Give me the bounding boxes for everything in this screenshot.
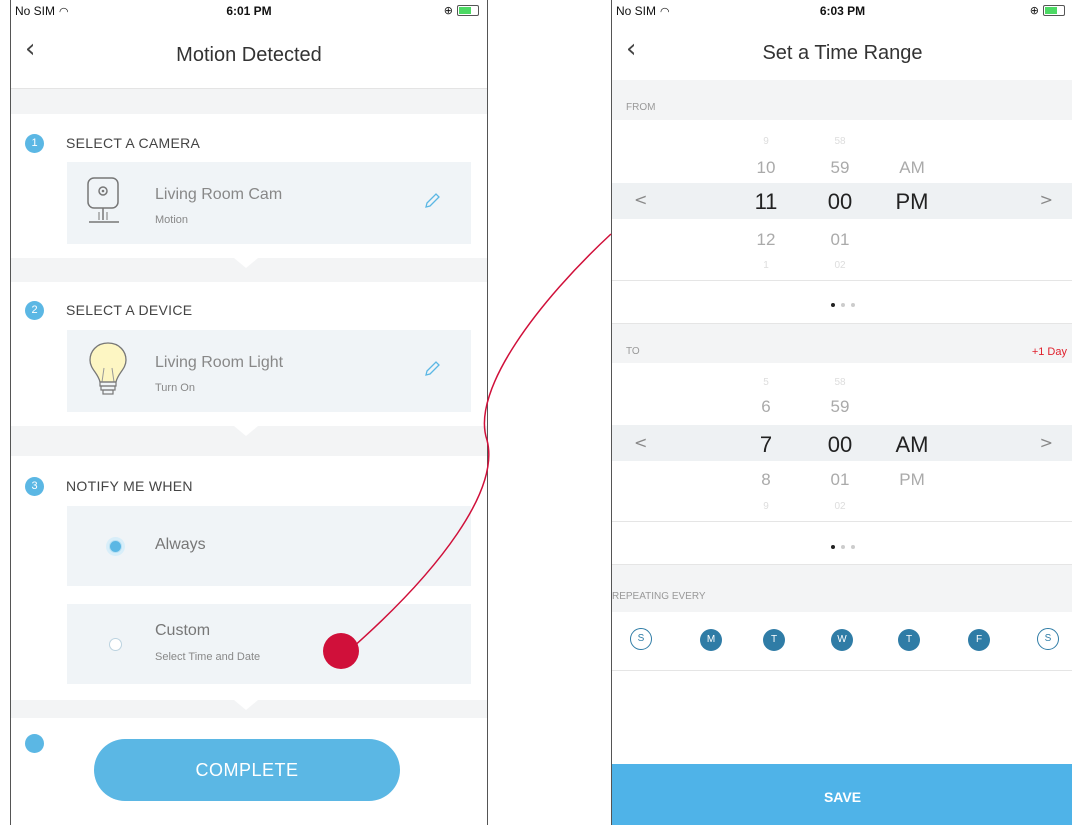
nav-bar: ‹ Motion Detected [11,22,487,89]
minute-option[interactable]: 59 [810,397,870,417]
plus-one-day-label: +1 Day [1031,346,1067,358]
option-label: Custom [155,622,211,639]
step-title: SELECT A DEVICE [66,302,193,318]
repeat-days-row: S M T W T F S [612,612,1072,671]
to-time-picker[interactable]: < > 5 6 7 8 9 58 59 00 01 02 AM PM [612,363,1072,522]
minute-option[interactable]: 58 [810,136,870,147]
status-time: 6:01 PM [226,4,272,18]
repeat-label-bar: REPEATING EVERY [612,564,1072,613]
status-bar: No SIM ◠ 6:01 PM ⊕ [11,0,487,22]
orientation-lock-icon: ⊕ [443,5,453,17]
step-badge: 2 [25,301,44,320]
motion-detected-screen: No SIM ◠ 6:01 PM ⊕ ‹ Motion Detected 1 SE… [10,0,488,825]
hour-option[interactable]: 10 [736,158,796,178]
day-toggle-monday[interactable]: M [700,629,722,651]
section-pointer [234,700,258,710]
minute-option[interactable]: 58 [810,377,870,388]
minute-option[interactable]: 59 [810,158,870,178]
chevron-left-icon[interactable]: < [634,190,647,209]
option-custom[interactable]: Custom Select Time and Date [67,604,471,684]
day-toggle-tuesday[interactable]: T [763,629,785,651]
repeat-label: REPEATING EVERY [612,591,706,602]
set-time-range-screen: No SIM ◠ 6:03 PM ⊕ ‹ Set a Time Range FRO… [611,0,1072,825]
hour-option[interactable]: 5 [736,377,796,388]
battery-icon [1043,5,1065,16]
orientation-lock-icon: ⊕ [1029,5,1039,17]
option-always[interactable]: Always [67,506,471,586]
to-label: TO [626,346,640,357]
ampm-option[interactable]: AM [882,158,942,178]
step-badge [25,734,44,753]
page-title: Motion Detected [176,44,322,66]
step-badge: 3 [25,477,44,496]
hour-option[interactable]: 8 [736,470,796,490]
status-time: 6:03 PM [819,4,866,18]
ampm-selected[interactable]: PM [882,189,942,215]
day-toggle-friday[interactable]: F [968,629,990,651]
hour-selected[interactable]: 11 [736,189,796,215]
section-pointer [234,426,258,436]
device-action: Turn On [155,382,195,394]
complete-button[interactable]: COMPLETE [94,739,400,801]
option-label: Always [155,536,206,553]
battery-icon [457,5,479,16]
chevron-right-icon[interactable]: > [1040,433,1053,452]
camera-name: Living Room Cam [155,186,283,203]
light-bulb-icon [89,342,127,395]
edit-pencil-icon[interactable] [423,192,441,210]
hour-option[interactable]: 6 [736,397,796,417]
step-select-device: 2 SELECT A DEVICE Living Room Light Turn… [11,282,487,426]
day-toggle-wednesday[interactable]: W [831,629,853,651]
step-badge: 1 [25,134,44,153]
page-title: Set a Time Range [762,42,923,64]
step-title: SELECT A CAMERA [66,135,201,151]
step-title: NOTIFY ME WHEN [66,478,193,494]
chevron-right-icon[interactable]: > [1040,190,1053,209]
nav-bar: ‹ Set a Time Range [612,22,1072,81]
minute-option[interactable]: 01 [810,470,870,490]
camera-icon [87,177,119,223]
radio-always[interactable] [109,540,122,553]
minute-option[interactable]: 01 [810,230,870,250]
hour-option[interactable]: 9 [736,136,796,147]
device-name: Living Room Light [155,354,284,371]
hour-option[interactable]: 12 [736,230,796,250]
camera-trigger: Motion [155,214,189,226]
minute-option[interactable]: 02 [810,501,870,512]
camera-card[interactable]: Living Room Cam Motion [67,162,471,244]
device-card[interactable]: Living Room Light Turn On [67,330,471,412]
save-button[interactable]: SAVE [612,764,1072,825]
empty-area [612,671,1072,764]
page-dots [612,294,1072,312]
edit-pencil-icon[interactable] [423,360,441,378]
radio-custom[interactable] [109,638,122,651]
step-select-camera: 1 SELECT A CAMERA Living Room Cam Motion [11,114,487,258]
hour-option[interactable]: 1 [736,260,796,271]
from-label: FROM [626,102,656,113]
hour-selected[interactable]: 7 [736,432,796,458]
status-bar: No SIM ◠ 6:03 PM ⊕ [612,0,1072,22]
minute-selected[interactable]: 00 [810,189,870,215]
chevron-left-icon[interactable]: < [634,433,647,452]
day-toggle-saturday[interactable]: S [1037,628,1059,650]
ampm-selected[interactable]: AM [882,432,942,458]
section-pointer [234,258,258,268]
page-dots [612,536,1072,554]
option-sub: Select Time and Date [155,651,261,663]
hour-option[interactable]: 9 [736,501,796,512]
from-time-picker[interactable]: < > 9 10 11 12 1 58 59 00 01 02 AM PM [612,120,1072,281]
day-toggle-thursday[interactable]: T [898,629,920,651]
from-label-bar: FROM [612,80,1072,120]
to-label-bar: TO +1 Day [612,323,1072,364]
step-notify-me-when: 3 NOTIFY ME WHEN Always Custom Select Ti… [11,456,487,700]
minute-option[interactable]: 02 [810,260,870,271]
day-toggle-sunday[interactable]: S [630,628,652,650]
ampm-option[interactable]: PM [882,470,942,490]
minute-selected[interactable]: 00 [810,432,870,458]
